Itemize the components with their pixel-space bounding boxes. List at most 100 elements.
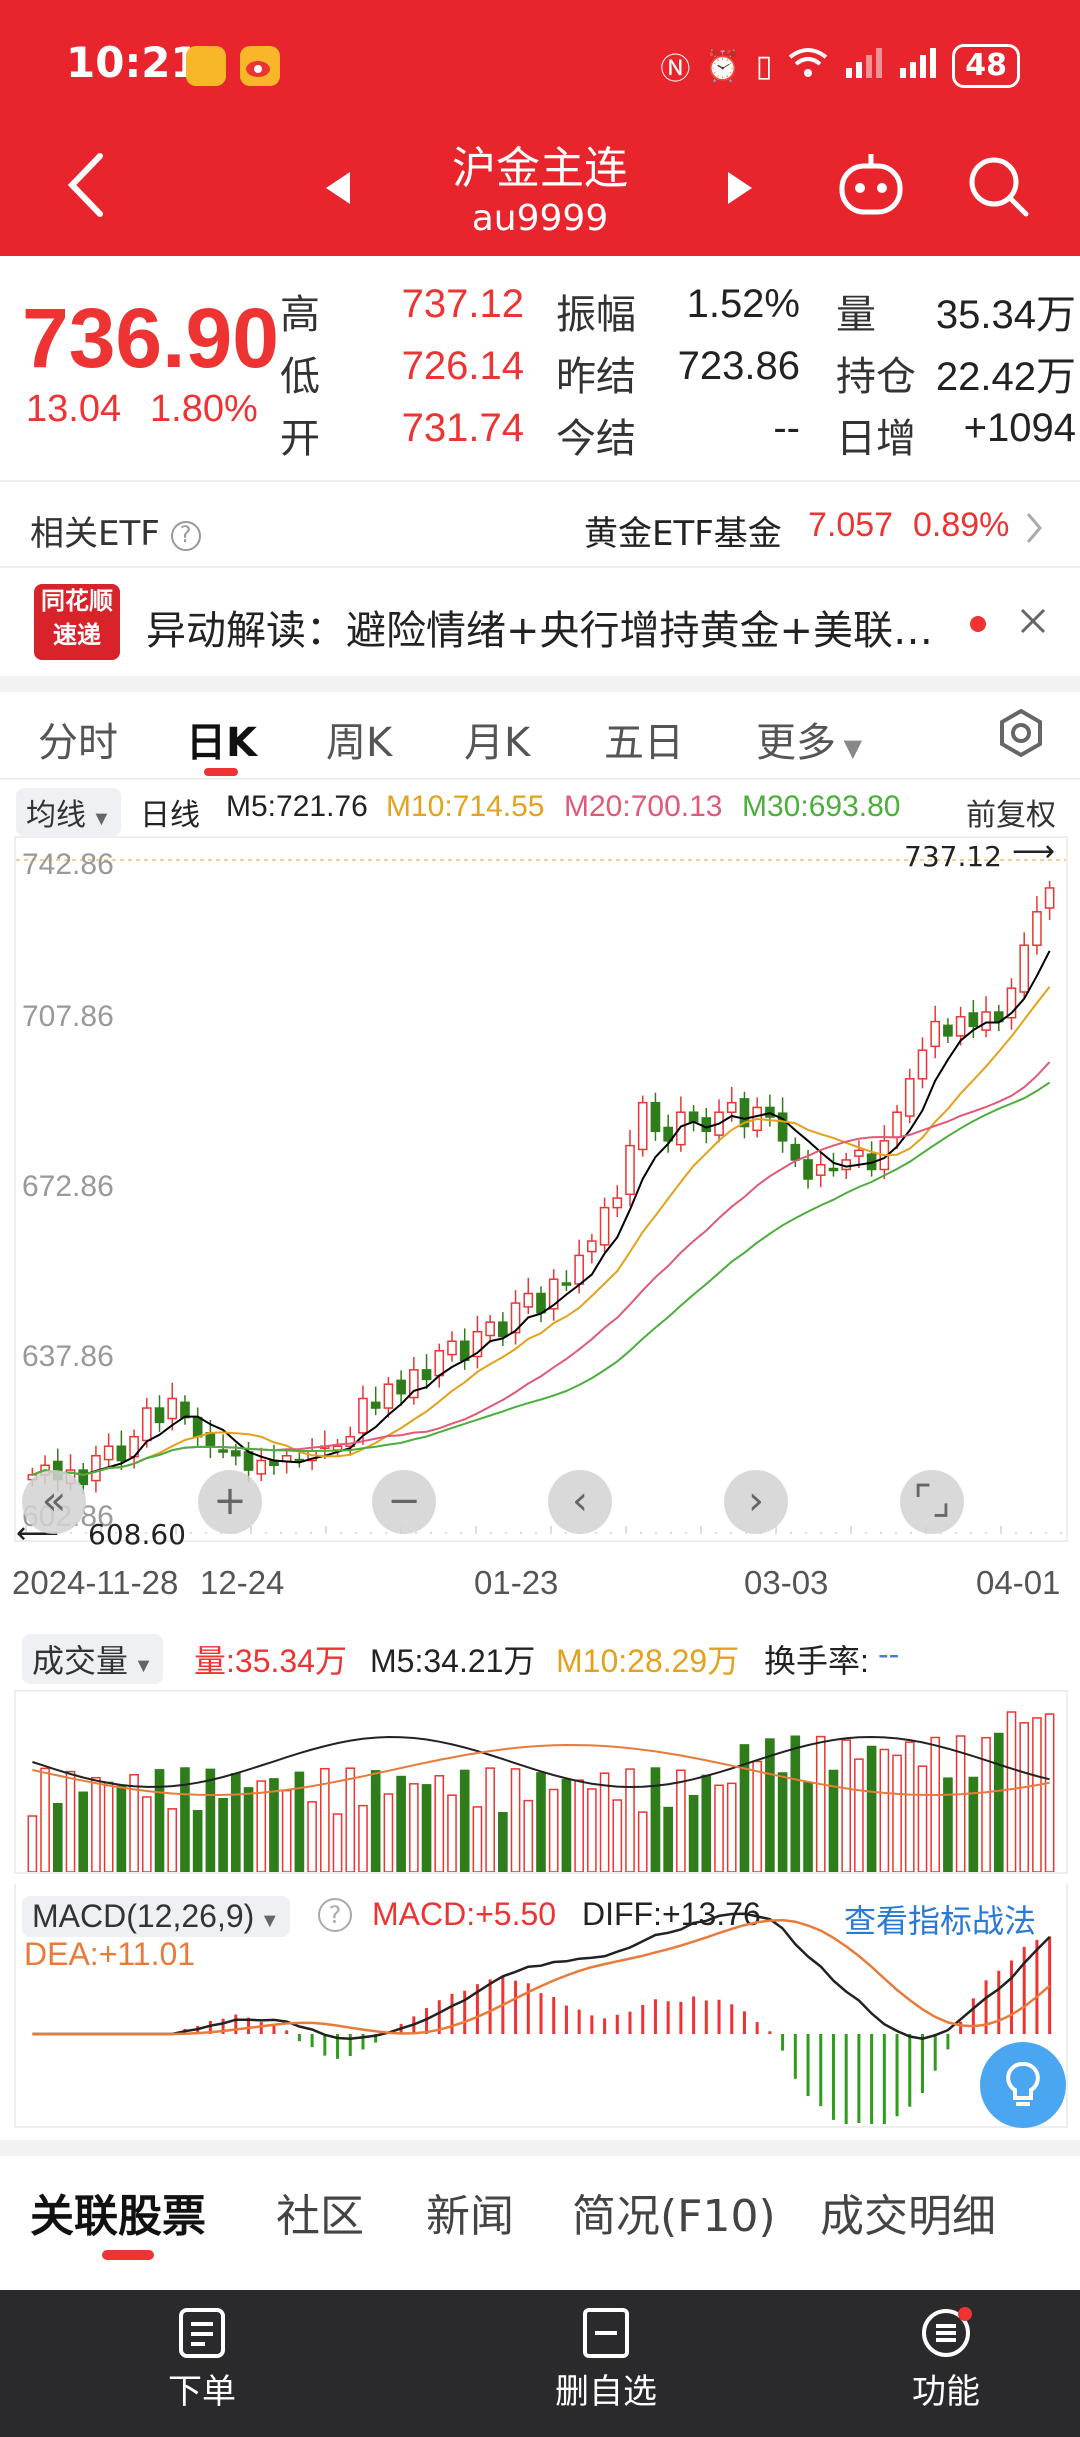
volume-bar — [510, 1768, 521, 1872]
ths-news-logo: 同花顺 速递 — [34, 584, 120, 660]
volume-bar — [447, 1794, 457, 1872]
settings-icon[interactable] — [996, 708, 1046, 762]
scroll-right-button[interactable]: › — [724, 1470, 788, 1534]
y-tick-4: 637.86 — [22, 1340, 114, 1373]
tab-f10-profile[interactable]: 简况(F10) — [572, 2180, 776, 2244]
volume-bar — [612, 1799, 623, 1872]
volume-bar — [256, 1780, 267, 1872]
date-tick-5: 04-01 — [976, 1564, 1061, 1601]
candle-body — [180, 1401, 190, 1419]
volume-m5: M5:34.21万 — [370, 1643, 536, 1679]
candle-body — [828, 1167, 839, 1172]
robot-assistant-icon[interactable] — [836, 150, 906, 224]
macd-chart[interactable] — [14, 1884, 1068, 2128]
rewind-button[interactable]: « — [22, 1470, 86, 1534]
candle-body — [243, 1451, 254, 1471]
candle-body — [650, 1101, 661, 1133]
volume-bar — [637, 1811, 648, 1872]
candle-body — [498, 1321, 508, 1338]
volume-bar — [332, 1813, 343, 1872]
candle-body — [523, 1292, 534, 1308]
volume-bar — [358, 1804, 368, 1872]
volume-bar — [587, 1788, 597, 1872]
tab-weekly-k[interactable]: 周K — [326, 710, 392, 768]
zoom-out-button[interactable]: − — [372, 1470, 436, 1534]
volume-bar — [65, 1770, 76, 1872]
volume-chart[interactable] — [14, 1690, 1068, 1874]
kline-chart[interactable] — [14, 836, 1068, 1542]
volume-bar — [955, 1735, 966, 1872]
volume-bar — [904, 1741, 915, 1872]
candle-body — [892, 1111, 902, 1138]
news-headline[interactable]: 异动解读：避险情绪+央行增持黄金+美联储… — [146, 598, 956, 656]
volume-bar — [726, 1782, 737, 1872]
volume-bar — [917, 1765, 928, 1872]
volume-bar — [561, 1778, 572, 1872]
remove-watchlist-button[interactable]: 删自选 — [506, 2306, 706, 2413]
y-tick-2: 707.86 — [22, 1000, 114, 1033]
ma10-value: M10:714.55 — [386, 790, 545, 823]
candle-body — [943, 1024, 953, 1037]
candle-body — [421, 1369, 432, 1381]
help-icon[interactable]: ? — [170, 520, 201, 551]
tab-intraday[interactable]: 分时 — [38, 710, 118, 768]
fullscreen-button[interactable]: ⌜⌟ — [900, 1470, 964, 1534]
candle-body — [637, 1101, 648, 1151]
quote-label-3: 振幅 — [556, 292, 636, 338]
candle-body — [904, 1078, 915, 1117]
related-etf-label[interactable]: 相关ETF ? — [30, 506, 201, 555]
tab-daily-k[interactable]: 日K — [186, 710, 257, 768]
etf-name[interactable]: 黄金ETF基金 — [584, 506, 782, 555]
volume-bar — [968, 1776, 979, 1872]
volume-bar — [841, 1739, 852, 1872]
volume-bar — [892, 1754, 902, 1872]
volume-bar — [650, 1767, 661, 1872]
scroll-left-button[interactable]: ‹ — [548, 1470, 612, 1534]
status-icons: Ⓝ ⏰ ▯ 48 — [660, 44, 1020, 88]
close-icon[interactable] — [1018, 606, 1048, 640]
date-tick-2: 12-24 — [200, 1564, 285, 1601]
contract-title[interactable]: 沪金主连 — [0, 132, 1080, 196]
volume-bar — [370, 1770, 381, 1872]
volume-selector[interactable]: 成交量 ▼ — [22, 1634, 164, 1684]
volume-bar — [548, 1788, 559, 1872]
tab-community[interactable]: 社区 — [276, 2180, 364, 2244]
order-icon — [179, 2308, 225, 2358]
volume-bar — [91, 1776, 101, 1872]
tab-monthly-k[interactable]: 月K — [464, 710, 530, 768]
search-icon[interactable] — [966, 154, 1030, 222]
volume-bar — [307, 1801, 317, 1872]
candle-body — [91, 1455, 101, 1482]
tab-news[interactable]: 新闻 — [426, 2180, 514, 2244]
menu-button[interactable]: 功能 — [846, 2306, 1046, 2413]
tab-more[interactable]: 更多 ▼ — [756, 710, 862, 768]
macd-plot — [32, 1912, 1052, 2124]
tips-lightbulb-icon[interactable] — [980, 2042, 1066, 2128]
volume-bar — [701, 1774, 712, 1872]
quote-value-5: -- — [773, 406, 800, 450]
order-button[interactable]: 下单 — [102, 2306, 302, 2413]
adjust-mode[interactable]: 前复权 — [966, 790, 1056, 834]
volume-bar — [230, 1773, 241, 1872]
tab-five-day[interactable]: 五日 — [604, 710, 684, 768]
ma5-value: M5:721.76 — [226, 790, 368, 823]
volume-bar — [790, 1735, 801, 1872]
y-tick-1: 742.86 — [22, 848, 114, 881]
volume-bar — [854, 1758, 864, 1872]
chevron-right-icon[interactable] — [1024, 512, 1044, 548]
quote-label-1: 低 — [280, 354, 320, 400]
tab-trade-details[interactable]: 成交明细 — [820, 2180, 996, 2244]
vibrate-icon: ▯ — [755, 48, 773, 84]
volume-bar — [218, 1798, 228, 1872]
volume-value: 量:35.34万 — [194, 1643, 347, 1679]
tab-related-stocks[interactable]: 关联股票 — [30, 2180, 206, 2244]
ma30-value: M30:693.80 — [742, 790, 901, 823]
signal-icon-2 — [898, 46, 938, 86]
volume-bar — [459, 1769, 470, 1872]
volume-bar — [599, 1772, 610, 1872]
volume-bar — [167, 1808, 178, 1872]
next-contract-icon[interactable] — [726, 170, 754, 210]
candle-body — [370, 1401, 381, 1409]
zoom-in-button[interactable]: + — [198, 1470, 262, 1534]
ma-selector[interactable]: 均线 ▼ — [16, 788, 122, 836]
